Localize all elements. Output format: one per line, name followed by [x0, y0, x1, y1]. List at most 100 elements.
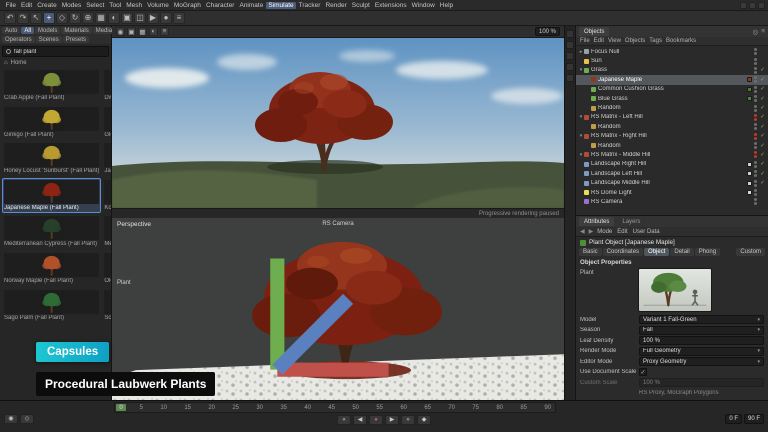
editor-mode-dropdown[interactable]: Proxy Geometry▾: [639, 357, 764, 366]
filter-tab-materials[interactable]: Materials: [61, 27, 91, 34]
enable-check[interactable]: ✓: [759, 86, 766, 92]
visibility-dots[interactable]: [754, 58, 757, 65]
visibility-dots[interactable]: [754, 142, 757, 149]
visibility-dots[interactable]: [754, 151, 757, 158]
visibility-dots[interactable]: [754, 133, 757, 140]
plant-item-honey-locust-sunburst-fall-plant[interactable]: Honey Locust 'Sunburst' (Fall Plant): [2, 141, 101, 177]
object-search-icon[interactable]: ◎: [753, 28, 759, 36]
current-frame-field[interactable]: 0 F: [725, 414, 742, 424]
filter-tab-operators[interactable]: Operators: [2, 36, 35, 43]
visibility-dots[interactable]: [754, 170, 757, 177]
object-row-focus-null[interactable]: ▸ Focus Null: [576, 47, 768, 56]
object-row-landscape-left-hill[interactable]: Landscape Left Hill ✓: [576, 169, 768, 178]
frame-tick-50[interactable]: 50: [352, 404, 359, 412]
tag-icon[interactable]: [747, 190, 752, 195]
visibility-dots[interactable]: [754, 198, 757, 205]
step-back-button[interactable]: ◀: [353, 415, 367, 425]
render-settings-icon[interactable]: ◫: [134, 12, 146, 24]
render-view[interactable]: [112, 38, 564, 208]
move-tool-icon[interactable]: +: [43, 12, 55, 24]
object-row-random[interactable]: Random ✓: [576, 122, 768, 131]
redo-icon[interactable]: ↷: [17, 12, 29, 24]
frame-tick-35[interactable]: 35: [280, 404, 287, 412]
step-forward-button[interactable]: »: [401, 415, 415, 425]
object-row-rs-camera[interactable]: RS Camera: [576, 197, 768, 206]
filter-tab-presets[interactable]: Presets: [63, 36, 89, 43]
menu-edit[interactable]: Edit: [18, 2, 34, 9]
menu-sculpt[interactable]: Sculpt: [349, 2, 372, 9]
object-row-rs-matrix-right-hill[interactable]: ▾ RS Matrix - Right Hill ✓: [576, 132, 768, 141]
menu-tool[interactable]: Tool: [107, 2, 124, 9]
enable-check[interactable]: ✓: [759, 180, 766, 186]
menu-mograph[interactable]: MoGraph: [171, 2, 203, 9]
renderview-icon-2[interactable]: ▣: [127, 27, 136, 36]
custom-scale-field[interactable]: 100 %: [639, 378, 764, 387]
enable-check[interactable]: ✓: [759, 96, 766, 102]
layout-split-view-icon[interactable]: [566, 52, 574, 60]
plant-item-ginkgo-fall-plant[interactable]: Ginkgo (Fall Plant): [2, 105, 101, 141]
plant-item-globe-bolleana-poplar-fall-plant[interactable]: Globe Bolleana Poplar (Fall Plant): [102, 105, 111, 141]
frame-tick-70[interactable]: 70: [448, 404, 455, 412]
plant-item-jacaranda-fall-plant[interactable]: Jacaranda (Fall Plant): [102, 141, 111, 177]
plant-item-sago-palm-fall-plant[interactable]: Sago Palm (Fall Plant): [2, 288, 101, 324]
tag-icon[interactable]: [747, 171, 752, 176]
object-row-sun[interactable]: Sun: [576, 56, 768, 65]
attr-tab-phong[interactable]: Phong: [695, 248, 720, 256]
object-row-rs-matrix-left-hill[interactable]: ▾ RS Matrix - Left Hill ✓: [576, 113, 768, 122]
select-tool-icon[interactable]: ↖: [30, 12, 42, 24]
frame-tick-5[interactable]: 5: [140, 404, 143, 412]
object-row-grass[interactable]: ▾ Grass ✓: [576, 66, 768, 75]
goto-start-button[interactable]: «: [337, 415, 351, 425]
plant-item-scots-pine-fall-plant[interactable]: Scots Pine (Fall Plant): [102, 288, 111, 324]
plant-item-mediterranean-fan-palm-fall-plant[interactable]: Mediterranean Fan Palm (Fall Plant): [102, 214, 111, 250]
season-dropdown[interactable]: Fall▾: [639, 326, 764, 335]
menu-tracker[interactable]: Tracker: [296, 2, 323, 9]
search-input[interactable]: fall plant: [2, 46, 109, 57]
menu-extensions[interactable]: Extensions: [372, 2, 409, 9]
record-button[interactable]: ●: [369, 415, 383, 425]
tag-icon[interactable]: [747, 181, 752, 186]
plant-item-japanese-maple-fall-plant[interactable]: Japanese Maple (Fall Plant): [2, 178, 101, 214]
object-row-landscape-right-hill[interactable]: Landscape Right Hill ✓: [576, 160, 768, 169]
visibility-dots[interactable]: [754, 161, 757, 168]
enable-check[interactable]: ✓: [759, 77, 766, 83]
layout-single-view-icon[interactable]: [566, 30, 574, 38]
frame-tick-75[interactable]: 75: [472, 404, 479, 412]
rotate-tool-icon[interactable]: ↻: [69, 12, 81, 24]
renderview-icon-4[interactable]: ◐: [149, 27, 158, 36]
enable-check[interactable]: ✓: [759, 114, 766, 120]
visibility-dots[interactable]: [754, 180, 757, 187]
visibility-dots[interactable]: [754, 95, 757, 102]
menu-modes[interactable]: Modes: [59, 2, 84, 9]
object-menu-icon[interactable]: ≡: [761, 28, 765, 36]
filter-tab-models[interactable]: Models: [35, 27, 60, 34]
object-row-japanese-maple[interactable]: Japanese Maple ✓: [576, 75, 768, 84]
frame-tick-40[interactable]: 40: [304, 404, 311, 412]
render-view-icon[interactable]: ◐: [108, 12, 120, 24]
om-menu-objects[interactable]: Objects: [625, 38, 645, 44]
visibility-dots[interactable]: [754, 123, 757, 130]
menu-mesh[interactable]: Mesh: [124, 2, 145, 9]
enable-check[interactable]: ✓: [759, 124, 766, 130]
attr-tab-object[interactable]: Object: [644, 248, 669, 256]
frame-tick-85[interactable]: 85: [520, 404, 527, 412]
visibility-dots[interactable]: [754, 189, 757, 196]
back-icon[interactable]: ◀: [580, 228, 585, 235]
layout-2-icon[interactable]: [749, 2, 756, 9]
renderview-icon-3[interactable]: ▦: [138, 27, 147, 36]
plant-item-dwarf-mountain-pine-fall-plant[interactable]: Dwarf Mountain Pine (Fall Plant): [102, 68, 111, 104]
object-row-random[interactable]: Random ✓: [576, 103, 768, 112]
render-mode-dropdown[interactable]: Full Geometry▾: [639, 347, 764, 356]
filter-tab-auto[interactable]: Auto: [2, 27, 20, 34]
attr-tab-coordinates[interactable]: Coordinates: [603, 248, 643, 256]
om-menu-edit[interactable]: Edit: [594, 38, 604, 44]
layout-1-icon[interactable]: [740, 2, 747, 9]
plant-preview[interactable]: [638, 268, 712, 312]
plant-item-oleander-fall-plant[interactable]: Oleander (Fall Plant): [102, 251, 111, 287]
frame-tick-20[interactable]: 20: [208, 404, 215, 412]
enable-check[interactable]: ✓: [759, 152, 766, 158]
plant-item-mediterranean-cypress-fall-plant[interactable]: Mediterranean Cypress (Fall Plant): [2, 214, 101, 250]
om-menu-file[interactable]: File: [580, 38, 590, 44]
zoom-dropdown[interactable]: 100 %: [535, 27, 560, 36]
tag-icon[interactable]: [747, 77, 752, 82]
